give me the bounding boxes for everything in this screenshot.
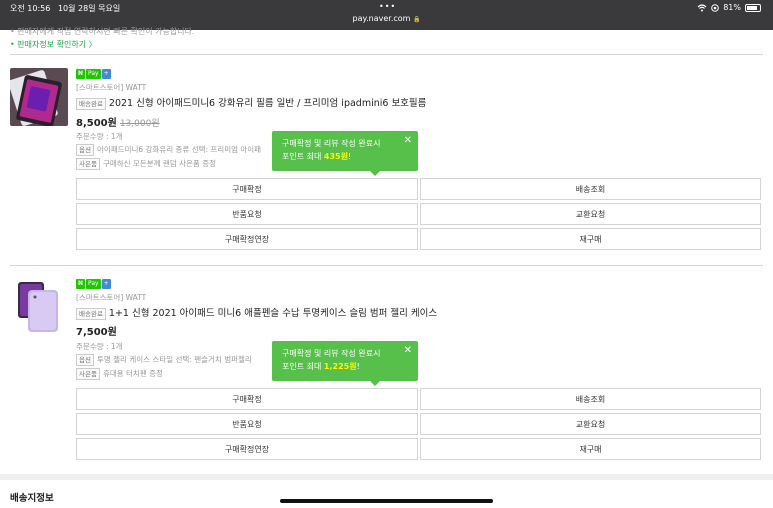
close-icon[interactable]: ✕ bbox=[404, 134, 412, 147]
option-tag: 옵션 bbox=[76, 144, 94, 156]
repurchase-button[interactable]: 재구매 bbox=[420, 438, 761, 460]
delivery-status-badge: 배송완료 bbox=[76, 307, 106, 320]
option-row: 옵션 투명 젤리 케이스 스타일 선택: 펜슬거치 범퍼젤리 bbox=[76, 354, 252, 366]
exchange-request-button[interactable]: 교환요청 bbox=[420, 413, 761, 435]
product-image-film[interactable] bbox=[10, 68, 68, 126]
address-bar[interactable]: pay.naver.com 🔒 bbox=[0, 14, 773, 23]
status-time: 오전 10:56 10월 28일 목요일 bbox=[10, 4, 121, 13]
extend-confirm-button[interactable]: 구매확정연장 bbox=[76, 228, 418, 250]
return-request-button[interactable]: 반품요청 bbox=[76, 413, 418, 435]
seller-info-link[interactable]: • 판매자정보 확인하기 〉 bbox=[10, 39, 97, 50]
points-tooltip: ✕ 구매확정 및 리뷰 작성 완료시 포인트 최대 435원! bbox=[272, 131, 418, 176]
tooltip-arrow bbox=[370, 381, 380, 386]
repurchase-button[interactable]: 재구매 bbox=[420, 228, 761, 250]
product-price: 8,500원 13,000원 bbox=[76, 118, 160, 129]
wifi-icon bbox=[697, 3, 707, 11]
divider bbox=[10, 54, 763, 55]
store-name[interactable]: [스마트스토어] WATT bbox=[76, 82, 146, 93]
orientation-lock-icon bbox=[711, 3, 720, 12]
points-tooltip: ✕ 구매확정 및 리뷰 작성 완료시 포인트 최대 1,225원! bbox=[272, 341, 418, 386]
npay-plus-badge: N Pay + bbox=[76, 69, 111, 79]
close-icon[interactable]: ✕ bbox=[404, 344, 412, 357]
gift-tag: 사은품 bbox=[76, 368, 100, 380]
product-image-case[interactable] bbox=[10, 278, 68, 336]
tooltip-line: 구매확정 및 리뷰 작성 완료시 bbox=[282, 139, 381, 148]
lock-icon: 🔒 bbox=[413, 16, 421, 23]
status-right: 81% bbox=[697, 3, 761, 12]
npay-plus-badge: N Pay + bbox=[76, 279, 111, 289]
tooltip-line: 구매확정 및 리뷰 작성 완료시 bbox=[282, 349, 381, 358]
confirm-purchase-button[interactable]: 구매확정 bbox=[76, 178, 418, 200]
battery-icon bbox=[745, 3, 761, 12]
order-quantity: 주문수량 : 1개 bbox=[76, 342, 123, 351]
divider bbox=[10, 265, 763, 266]
tooltip-points-line: 포인트 최대 435원! bbox=[282, 152, 352, 161]
home-indicator[interactable] bbox=[280, 499, 493, 503]
product-title[interactable]: 배송완료 2021 신형 아이패드미니6 강화유리 필름 일반 / 프리미엄 ip… bbox=[76, 95, 426, 110]
order-quantity: 주문수량 : 1개 bbox=[76, 132, 123, 141]
option-row: 옵션 아이패드미니6 강화유리 종류 선택: 프리미엄 아이패 bbox=[76, 144, 261, 156]
product-title[interactable]: 배송완료 1+1 신형 2021 아이패드 미니6 애플펜슬 수납 투명케이스 슬… bbox=[76, 305, 437, 320]
delivery-status-badge: 배송완료 bbox=[76, 97, 106, 110]
exchange-request-button[interactable]: 교환요청 bbox=[420, 203, 761, 225]
store-name[interactable]: [스마트스토어] WATT bbox=[76, 292, 146, 303]
track-delivery-button[interactable]: 배송조회 bbox=[420, 388, 761, 410]
shipping-info-title: 배송지정보 bbox=[10, 493, 54, 504]
gift-row: 사은품 휴대용 터치펜 증정 bbox=[76, 368, 163, 380]
track-delivery-button[interactable]: 배송조회 bbox=[420, 178, 761, 200]
confirm-purchase-button[interactable]: 구매확정 bbox=[76, 388, 418, 410]
extend-confirm-button[interactable]: 구매확정연장 bbox=[76, 438, 418, 460]
section-separator bbox=[0, 474, 773, 480]
notice-text: • 판매자에게 직접 연락하시면 빠른 확인이 가능합니다. bbox=[10, 27, 195, 36]
product-price: 7,500원 bbox=[76, 327, 117, 338]
option-tag: 옵션 bbox=[76, 354, 94, 366]
battery-percent: 81% bbox=[723, 3, 741, 12]
tooltip-arrow bbox=[370, 171, 380, 176]
original-price: 13,000원 bbox=[119, 119, 160, 129]
return-request-button[interactable]: 반품요청 bbox=[76, 203, 418, 225]
more-dots-icon[interactable]: ••• bbox=[379, 2, 396, 11]
gift-tag: 사은품 bbox=[76, 158, 100, 170]
gift-row: 사은품 구매하신 모든분께 랜덤 사은품 증정 bbox=[76, 158, 216, 170]
tooltip-points-line: 포인트 최대 1,225원! bbox=[282, 362, 360, 371]
